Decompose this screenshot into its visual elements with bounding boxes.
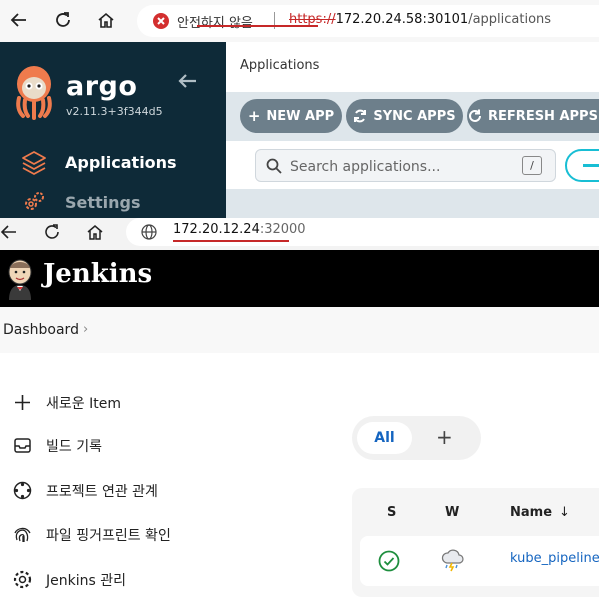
- search-shortcut-key: /: [522, 156, 542, 175]
- search-icon: [266, 158, 282, 174]
- column-header-weather[interactable]: W: [445, 505, 459, 520]
- breadcrumb: Dashboard ›: [0, 307, 599, 353]
- tab-all[interactable]: All: [357, 422, 412, 454]
- application-search[interactable]: /: [255, 149, 556, 182]
- fingerprint-icon: [12, 524, 33, 545]
- inbox-icon: [12, 435, 33, 456]
- column-header-name[interactable]: Name: [510, 505, 552, 520]
- breadcrumb-dashboard[interactable]: Dashboard: [3, 322, 79, 338]
- sync-apps-label: SYNC APPS: [373, 108, 456, 124]
- sidebar-item-label: Jenkins 관리: [46, 573, 126, 589]
- argo-main-area: Applications + NEW APP SYNC APPS REFRESH …: [226, 42, 599, 218]
- sidebar-item-label: 빌드 기록: [46, 439, 102, 455]
- refresh-icon: [468, 109, 482, 123]
- jenkins-url[interactable]: 172.20.12.24:32000: [173, 222, 306, 237]
- url-host: 172.20.12.24: [173, 222, 260, 237]
- argo-nav-settings-label: Settings: [65, 192, 141, 212]
- argo-address-bar[interactable]: 안전하지 않음 https://172.20.24.58:30101/appli…: [137, 5, 599, 37]
- argo-octopus-logo: [13, 64, 55, 122]
- gears-icon: [22, 190, 46, 214]
- jenkins-butler-logo[interactable]: [6, 258, 34, 300]
- plus-icon: [12, 392, 33, 413]
- sort-descending-icon[interactable]: ↓: [559, 505, 570, 520]
- argo-url[interactable]: https://172.20.24.58:30101/applications: [289, 12, 551, 27]
- argo-nav-applications-label: Applications: [65, 152, 177, 172]
- search-input[interactable]: [288, 155, 512, 179]
- sidebar-item-label: 새로운 Item: [46, 396, 121, 412]
- relationship-icon: [12, 480, 33, 501]
- reload-icon[interactable]: [52, 9, 74, 31]
- home-icon[interactable]: [95, 9, 117, 31]
- argo-sidebar: argo v2.11.3+3f344d5 Applications Settin…: [0, 42, 226, 218]
- add-view-button[interactable]: +: [436, 424, 453, 450]
- page-title: Applications: [240, 58, 320, 73]
- argo-brand-name: argo: [66, 71, 138, 102]
- url-path: /applications: [468, 12, 552, 27]
- jenkins-browser-toolbar: 172.20.12.24:32000: [0, 218, 599, 250]
- home-icon[interactable]: [84, 221, 106, 243]
- thunderstorm-icon: [440, 547, 466, 573]
- url-underline-annotation: [173, 240, 289, 242]
- refresh-apps-button[interactable]: REFRESH APPS: [467, 99, 599, 133]
- new-app-button[interactable]: + NEW APP: [240, 99, 342, 133]
- jenkins-header: Jenkins: [0, 250, 599, 307]
- reload-icon[interactable]: [41, 221, 63, 243]
- layers-icon: [20, 149, 48, 175]
- not-secure-icon[interactable]: [153, 13, 169, 29]
- view-mode-toggle[interactable]: [565, 149, 599, 182]
- sidebar-item-label: 프로젝트 연관 관계: [46, 484, 158, 500]
- search-row: /: [226, 141, 599, 189]
- globe-icon[interactable]: [141, 224, 157, 240]
- argo-browser-toolbar: 안전하지 않음 https://172.20.24.58:30101/appli…: [0, 0, 599, 42]
- plus-icon: +: [247, 107, 261, 125]
- security-status-text[interactable]: 안전하지 않음: [177, 12, 253, 31]
- gear-icon: [12, 569, 33, 590]
- back-arrow-icon[interactable]: [0, 221, 20, 243]
- sync-icon: [353, 109, 367, 123]
- url-port: :32000: [259, 222, 306, 237]
- url-underline-annotation: [197, 25, 318, 27]
- argo-page-header: Applications: [226, 42, 599, 92]
- jenkins-brand-name[interactable]: Jenkins: [43, 259, 152, 289]
- argo-version: v2.11.3+3f344d5: [66, 105, 163, 118]
- refresh-apps-label: REFRESH APPS: [488, 108, 598, 124]
- chevron-right-icon[interactable]: ›: [83, 322, 88, 337]
- jobs-table: S W Name ↓ kube_pipeline: [352, 488, 599, 597]
- new-app-label: NEW APP: [266, 108, 335, 124]
- url-host: 172.20.24.58:30101: [335, 12, 469, 27]
- collapse-sidebar-arrow-icon[interactable]: [176, 72, 198, 90]
- sync-apps-button[interactable]: SYNC APPS: [346, 99, 463, 133]
- success-check-icon: [378, 550, 400, 572]
- table-row: kube_pipeline: [360, 536, 599, 586]
- view-tabs: All +: [352, 416, 481, 460]
- sidebar-item-label: 파일 핑거프린트 확인: [46, 528, 171, 544]
- back-arrow-icon[interactable]: [8, 9, 30, 31]
- column-header-status[interactable]: S: [387, 505, 396, 520]
- job-link[interactable]: kube_pipeline: [510, 551, 599, 566]
- view-mode-icon: [583, 164, 599, 167]
